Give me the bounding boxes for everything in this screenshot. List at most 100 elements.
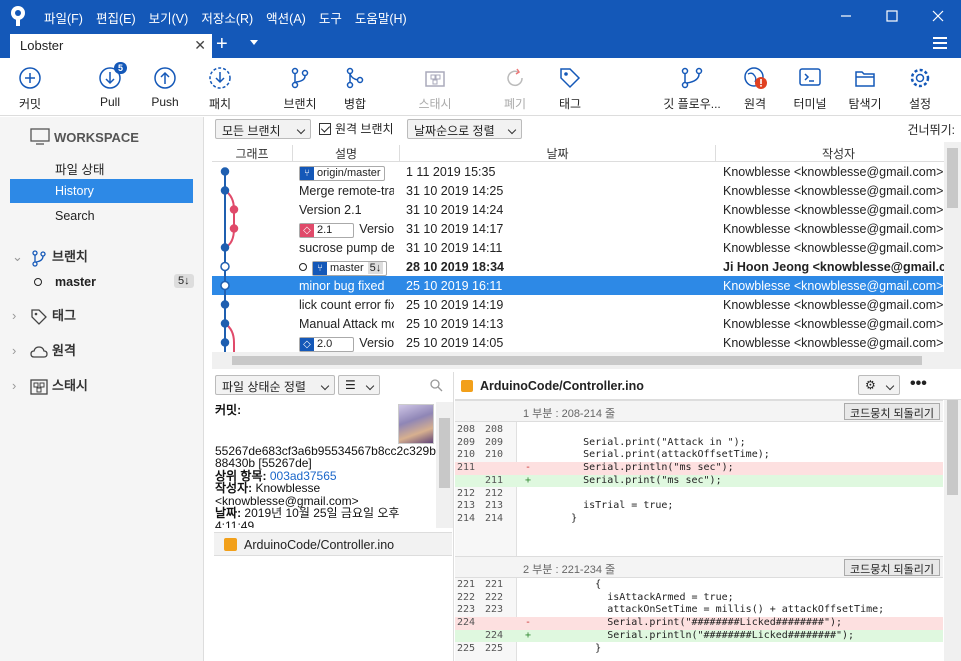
- commit-row[interactable]: ⑂ master 5↓ 28 10 2019 18:34 Ji Hoon Jeong <…: [212, 257, 961, 276]
- commit-row[interactable]: Version 2.1 31 10 2019 14:24 Knowblesse <k…: [212, 200, 943, 219]
- diff-line[interactable]: 212 212: [455, 488, 943, 501]
- diff-line[interactable]: 221 221 {: [455, 579, 943, 592]
- tab-lobster[interactable]: Lobster ✕: [10, 34, 212, 58]
- changed-file-item[interactable]: ArduinoCode/Controller.ino: [214, 532, 452, 556]
- tab-close-icon[interactable]: ✕: [194, 37, 206, 54]
- push-button[interactable]: Push: [135, 66, 195, 109]
- terminal-button[interactable]: 터미널: [780, 66, 840, 112]
- menu-help[interactable]: 도움말(H): [355, 8, 407, 27]
- branch-ref-label[interactable]: ⑂ origin/master: [299, 166, 385, 181]
- merge-button[interactable]: 병합: [325, 66, 385, 112]
- column-author[interactable]: 작성자: [715, 145, 961, 162]
- sidebar-item-history[interactable]: History: [10, 179, 193, 203]
- sidebar-section-remotes[interactable]: › 원격: [12, 340, 76, 361]
- commit-row[interactable]: ◇2.1 Version 31 10 2019 14:17 Knowblesse <k…: [212, 219, 943, 238]
- sidebar-section-stashes[interactable]: › 스태시: [12, 375, 88, 396]
- settings-button[interactable]: 설정: [890, 66, 950, 112]
- maximize-button[interactable]: [869, 0, 915, 32]
- commit-node[interactable]: [220, 319, 230, 328]
- sort-dropdown[interactable]: 날짜순으로 정렬: [407, 119, 522, 139]
- diff-line[interactable]: 211 - Serial.println("ms sec");: [455, 462, 943, 475]
- new-tab-button[interactable]: +: [216, 34, 228, 54]
- diff-line[interactable]: 223 223 attackOnSetTime = millis() + atta…: [455, 604, 943, 617]
- tag-button[interactable]: 태그: [540, 66, 600, 112]
- search-icon[interactable]: [430, 379, 443, 392]
- commit-row[interactable]: ◇2.0 Version 25 10 2019 14:05 Knowblesse <k…: [212, 333, 943, 352]
- commit-row[interactable]: Manual Attack mode 25 10 2019 14:13 Knowbl…: [212, 314, 943, 333]
- sidebar-item-search[interactable]: Search: [10, 204, 193, 228]
- column-description[interactable]: 설명: [292, 145, 399, 162]
- sidebar-item-file-status[interactable]: 파일 상태: [10, 154, 193, 178]
- diff-line[interactable]: 222 222 isAttackArmed = true;: [455, 592, 943, 605]
- scroll-thumb[interactable]: [439, 418, 450, 488]
- diff-line[interactable]: 225 225 }: [455, 643, 943, 656]
- stash-button[interactable]: 스태시: [405, 66, 465, 112]
- commit-row[interactable]: lick count error fix 25 10 2019 14:19 Know…: [212, 295, 943, 314]
- sidebar-section-branches[interactable]: ⌄ 브랜치: [12, 246, 88, 267]
- scroll-thumb[interactable]: [232, 356, 922, 365]
- branch-filter-dropdown[interactable]: 모든 브랜치: [215, 119, 311, 139]
- menu-view[interactable]: 보기(V): [149, 8, 189, 27]
- diff-line[interactable]: 211 + Serial.print("ms sec");: [455, 474, 943, 488]
- commit-row[interactable]: Merge remote-tracking branch 31 10 2019 1…: [212, 181, 943, 200]
- tag-ref-label[interactable]: ◇ 2.0: [299, 337, 355, 352]
- diff-line[interactable]: 224 - Serial.print("########Licked#######…: [455, 617, 943, 630]
- menu-tools[interactable]: 도구: [319, 8, 342, 27]
- view-mode-dropdown[interactable]: ☰: [338, 375, 380, 395]
- history-horizontal-scrollbar[interactable]: [212, 352, 961, 369]
- menu-actions[interactable]: 액션(A): [266, 8, 306, 27]
- column-date[interactable]: 날짜: [399, 145, 715, 162]
- menu-file[interactable]: 파일(F): [44, 8, 83, 27]
- history-vertical-scrollbar[interactable]: [944, 142, 961, 352]
- commit-node[interactable]: [229, 205, 239, 214]
- details-scrollbar[interactable]: [436, 402, 453, 528]
- close-button[interactable]: [915, 0, 961, 32]
- diff-line[interactable]: 224 + Serial.println("########Licked#####…: [455, 629, 943, 643]
- tag-ref-label[interactable]: ◇ 2.1: [299, 223, 355, 238]
- more-options-icon[interactable]: •••: [910, 375, 927, 393]
- minimize-button[interactable]: [823, 0, 869, 32]
- menu-repository[interactable]: 저장소(R): [201, 8, 253, 27]
- diff-options-dropdown[interactable]: ⚙: [858, 375, 900, 395]
- commit-row[interactable]: ⑂ origin/master 1 11 2019 15:35 Knowblesse …: [212, 162, 943, 181]
- column-graph[interactable]: 그래프: [212, 145, 292, 162]
- tab-label: Lobster: [20, 38, 64, 53]
- commit-button[interactable]: 커밋: [0, 66, 60, 112]
- commit-node[interactable]: [220, 261, 230, 272]
- commit-node[interactable]: [220, 338, 230, 347]
- file-sort-dropdown[interactable]: 파일 상태순 정렬: [215, 375, 335, 395]
- hamburger-menu-icon[interactable]: [933, 37, 947, 52]
- commit-node[interactable]: [220, 280, 230, 291]
- branch-ref-label[interactable]: ⑂ master 5↓: [312, 261, 388, 276]
- commit-node[interactable]: [220, 186, 230, 195]
- commit-node[interactable]: [220, 300, 230, 309]
- discard-button[interactable]: 폐기: [485, 66, 545, 112]
- commit-node[interactable]: [220, 167, 230, 176]
- explorer-button[interactable]: 탐색기: [835, 66, 895, 112]
- menu-edit[interactable]: 편집(E): [96, 8, 136, 27]
- sidebar-section-tags[interactable]: › 태그: [12, 305, 76, 326]
- diff-line[interactable]: 213 213 isTrial = true;: [455, 500, 943, 513]
- remote-button[interactable]: 원격: [725, 66, 785, 112]
- commit-row[interactable]: sucrose pump delay 31 10 2019 14:11 Knowbl…: [212, 238, 943, 257]
- pull-button[interactable]: 5 Pull: [80, 62, 140, 109]
- commit-node[interactable]: [220, 243, 230, 252]
- commit-row[interactable]: minor bug fixed 25 10 2019 16:11 Knowbless…: [212, 276, 943, 295]
- diff-line[interactable]: 214 214 }: [455, 513, 943, 526]
- diff-line[interactable]: 208 208: [455, 424, 943, 437]
- commit-author: Knowblesse <knowblesse@gmail.com>: [723, 279, 944, 293]
- scroll-thumb[interactable]: [947, 400, 958, 495]
- diff-scrollbar[interactable]: [944, 400, 961, 661]
- remote-branches-checkbox[interactable]: 원격 브랜치: [319, 120, 394, 137]
- discard-hunk-button-1[interactable]: 코드뭉치 되돌리기: [843, 403, 940, 420]
- diff-line[interactable]: 209 209 Serial.print("Attack in ");: [455, 437, 943, 450]
- tab-dropdown-icon[interactable]: [250, 40, 258, 45]
- discard-hunk-button-2[interactable]: 코드뭉치 되돌리기: [843, 559, 940, 576]
- diff-line[interactable]: 210 210 Serial.print(attackOffsetTime);: [455, 449, 943, 462]
- git-flow-button[interactable]: 깃 플로우...: [656, 66, 728, 112]
- branch-button[interactable]: 브랜치: [270, 66, 330, 112]
- branch-master[interactable]: master: [55, 275, 96, 289]
- scroll-thumb[interactable]: [947, 148, 958, 208]
- fetch-button[interactable]: 패치: [190, 66, 250, 112]
- commit-node[interactable]: [229, 224, 239, 233]
